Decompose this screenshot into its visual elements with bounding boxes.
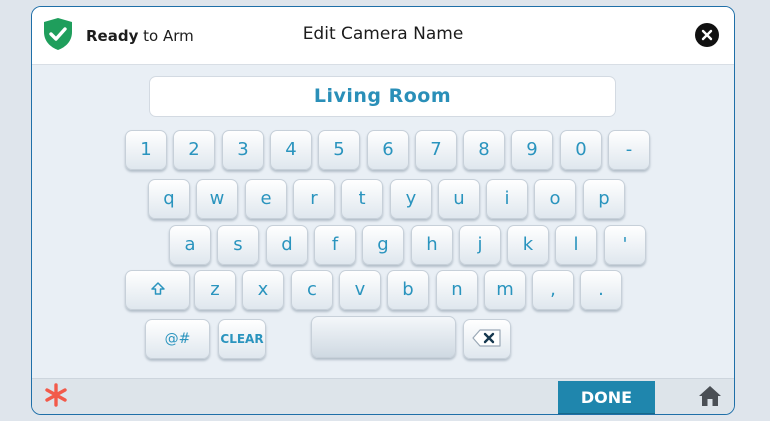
key-row4-8[interactable]: .	[580, 270, 622, 310]
asterisk-icon[interactable]	[45, 383, 67, 411]
key-row3-2[interactable]: d	[266, 225, 308, 265]
shift-arrow-icon	[150, 279, 166, 300]
key-row1-3[interactable]: 4	[270, 130, 312, 170]
key-row3-3[interactable]: f	[314, 225, 356, 265]
key-row1-6[interactable]: 7	[415, 130, 457, 170]
key-row4-7[interactable]: ,	[532, 270, 574, 310]
key-row2-4[interactable]: t	[341, 179, 383, 219]
close-button[interactable]	[695, 23, 719, 47]
key-row3-6[interactable]: j	[459, 225, 501, 265]
key-row3-5[interactable]: h	[411, 225, 453, 265]
key-row4-5[interactable]: n	[436, 270, 478, 310]
key-row2-3[interactable]: r	[293, 179, 335, 219]
clear-key[interactable]: CLEAR	[218, 319, 266, 359]
key-row2-0[interactable]: q	[148, 179, 190, 219]
header-bar: Ready to Arm Edit Camera Name	[32, 7, 734, 65]
key-row2-6[interactable]: u	[438, 179, 480, 219]
key-row1-5[interactable]: 6	[367, 130, 409, 170]
home-icon[interactable]	[698, 384, 722, 412]
shift-key[interactable]	[125, 270, 190, 310]
key-row2-2[interactable]: e	[245, 179, 287, 219]
key-row4-1[interactable]: x	[242, 270, 284, 310]
key-row1-4[interactable]: 5	[318, 130, 360, 170]
page-title: Edit Camera Name	[302, 24, 464, 44]
camera-name-input[interactable]: Living Room	[149, 76, 616, 117]
key-row4-6[interactable]: m	[484, 270, 526, 310]
key-row2-7[interactable]: i	[486, 179, 528, 219]
key-row3-7[interactable]: k	[507, 225, 549, 265]
space-key[interactable]	[311, 316, 456, 358]
footer-bar: DONE	[32, 378, 734, 414]
key-row4-0[interactable]: z	[194, 270, 236, 310]
key-row1-8[interactable]: 9	[511, 130, 553, 170]
key-row1-1[interactable]: 2	[173, 130, 215, 170]
key-row2-5[interactable]: y	[390, 179, 432, 219]
key-row4-4[interactable]: b	[387, 270, 429, 310]
key-row3-8[interactable]: l	[555, 225, 597, 265]
key-row1-2[interactable]: 3	[222, 130, 264, 170]
key-row1-10[interactable]: -	[608, 130, 650, 170]
symbols-key[interactable]: @#	[145, 319, 210, 359]
key-row1-7[interactable]: 8	[463, 130, 505, 170]
key-row3-4[interactable]: g	[362, 225, 404, 265]
key-row3-0[interactable]: a	[169, 225, 211, 265]
key-row1-9[interactable]: 0	[560, 130, 602, 170]
key-row3-9[interactable]: '	[604, 225, 646, 265]
key-row4-2[interactable]: c	[291, 270, 333, 310]
key-row1-0[interactable]: 1	[125, 130, 167, 170]
key-row3-1[interactable]: s	[217, 225, 259, 265]
key-row2-9[interactable]: p	[583, 179, 625, 219]
key-row2-1[interactable]: w	[196, 179, 238, 219]
backspace-key[interactable]	[463, 319, 511, 359]
backspace-icon	[471, 328, 503, 349]
done-button[interactable]: DONE	[558, 381, 655, 414]
close-icon	[701, 26, 713, 45]
key-row2-8[interactable]: o	[534, 179, 576, 219]
panel-frame: Ready to Arm Edit Camera Name Living Roo…	[31, 6, 735, 415]
key-row4-3[interactable]: v	[339, 270, 381, 310]
